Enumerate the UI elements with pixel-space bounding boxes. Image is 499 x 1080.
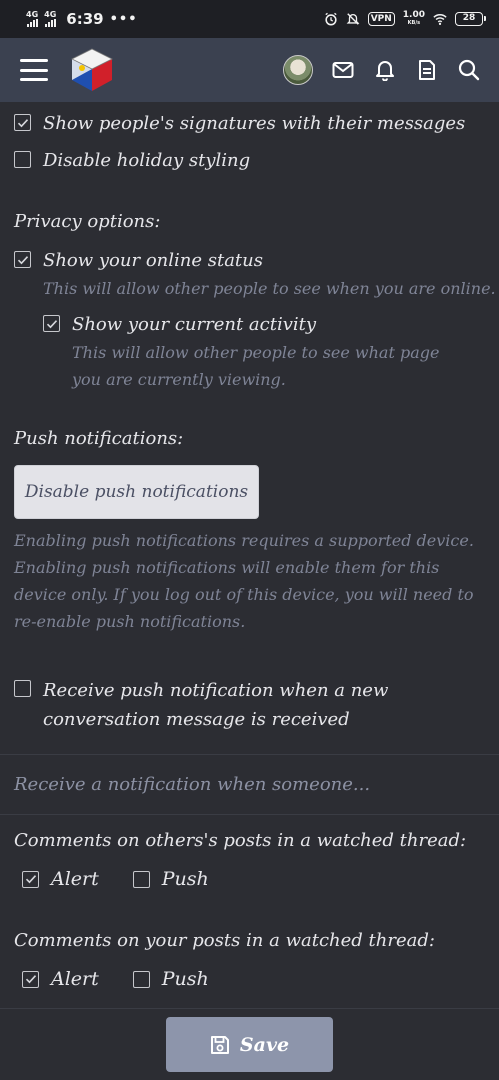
vpn-icon: VPN: [367, 12, 395, 26]
option-online-status: Show your online status This will allow …: [14, 247, 496, 302]
your-posts-title: Comments on your posts in a watched thre…: [14, 930, 435, 951]
others-alert-checkbox[interactable]: [22, 870, 39, 888]
site-logo[interactable]: [68, 46, 116, 94]
others-push-label: Push: [161, 868, 209, 890]
search-icon[interactable]: [457, 58, 481, 82]
document-icon[interactable]: [415, 58, 439, 82]
push-title: Push notifications:: [14, 428, 184, 449]
signatures-label: Show people's signatures with their mess…: [43, 113, 466, 134]
privacy-title: Privacy options:: [14, 211, 161, 232]
your-push-checkbox[interactable]: [132, 970, 150, 988]
signatures-checkbox[interactable]: [14, 114, 31, 131]
current-activity-hint: This will allow other people to see what…: [72, 343, 440, 389]
save-label: Save: [239, 1033, 290, 1056]
wifi-icon: [433, 14, 447, 25]
push-conversation-checkbox[interactable]: [14, 680, 31, 697]
others-alert-label: Alert: [51, 868, 99, 890]
holiday-label: Disable holiday styling: [43, 150, 251, 171]
current-activity-label: Show your current activity: [72, 314, 317, 335]
status-bar: 4G 4G 6:39 ••• VPN 1.00 KB/s 28: [0, 0, 499, 38]
save-button[interactable]: Save: [166, 1017, 333, 1072]
option-show-signatures: Show people's signatures with their mess…: [14, 110, 465, 138]
envelope-icon[interactable]: [331, 58, 355, 82]
option-disable-holiday: Disable holiday styling: [14, 147, 250, 175]
alarm-icon: [325, 12, 337, 26]
option-push-conversation: Receive push notification when a new con…: [14, 676, 489, 734]
online-status-checkbox[interactable]: [14, 251, 31, 268]
others-posts-title: Comments on others's posts in a watched …: [14, 830, 467, 851]
more-notifications-icon: •••: [109, 11, 138, 27]
signal-4g-icon: 4G: [44, 11, 56, 27]
holiday-checkbox[interactable]: [14, 151, 31, 168]
online-status-hint: This will allow other people to see when…: [43, 279, 496, 298]
network-speed: 1.00 KB/s: [403, 11, 425, 27]
floppy-disk-icon: [210, 1035, 229, 1054]
current-activity-checkbox[interactable]: [43, 315, 60, 332]
others-push-checkbox[interactable]: [132, 870, 150, 888]
battery-icon: 28: [455, 12, 486, 26]
your-posts-push[interactable]: Push: [132, 968, 209, 990]
disable-push-button[interactable]: Disable push notifications: [14, 465, 259, 519]
bell-icon[interactable]: [373, 58, 397, 82]
push-conversation-label: Receive push notification when a new con…: [43, 680, 389, 730]
others-posts-options: Alert Push: [22, 868, 209, 890]
net-speed-unit: KB/s: [407, 20, 421, 26]
your-alert-label: Alert: [51, 968, 99, 990]
online-status-label: Show your online status: [43, 250, 263, 271]
divider: [0, 814, 499, 815]
option-current-activity: Show your current activity This will all…: [43, 311, 473, 393]
app-header: [0, 38, 499, 102]
clock: 6:39: [66, 10, 104, 28]
form-footer: Save: [0, 1008, 499, 1080]
push-description: Enabling push notifications requires a s…: [14, 531, 474, 631]
others-posts-alert[interactable]: Alert: [22, 868, 99, 890]
avatar[interactable]: [283, 55, 313, 85]
preferences-form: Show people's signatures with their mess…: [0, 102, 499, 1008]
signal-label: 4G: [26, 10, 39, 19]
divider: [0, 754, 499, 755]
mute-bell-icon: [346, 13, 360, 25]
your-posts-options: Alert Push: [22, 968, 209, 990]
hamburger-menu-icon[interactable]: [20, 59, 48, 81]
your-push-label: Push: [161, 968, 209, 990]
notify-heading: Receive a notification when someone...: [14, 774, 371, 795]
signal-4g-icon: 4G: [26, 11, 38, 27]
your-alert-checkbox[interactable]: [22, 970, 39, 988]
signal-label: 4G: [44, 10, 57, 19]
your-posts-alert[interactable]: Alert: [22, 968, 99, 990]
net-speed-value: 1.00: [402, 10, 425, 20]
others-posts-push[interactable]: Push: [132, 868, 209, 890]
